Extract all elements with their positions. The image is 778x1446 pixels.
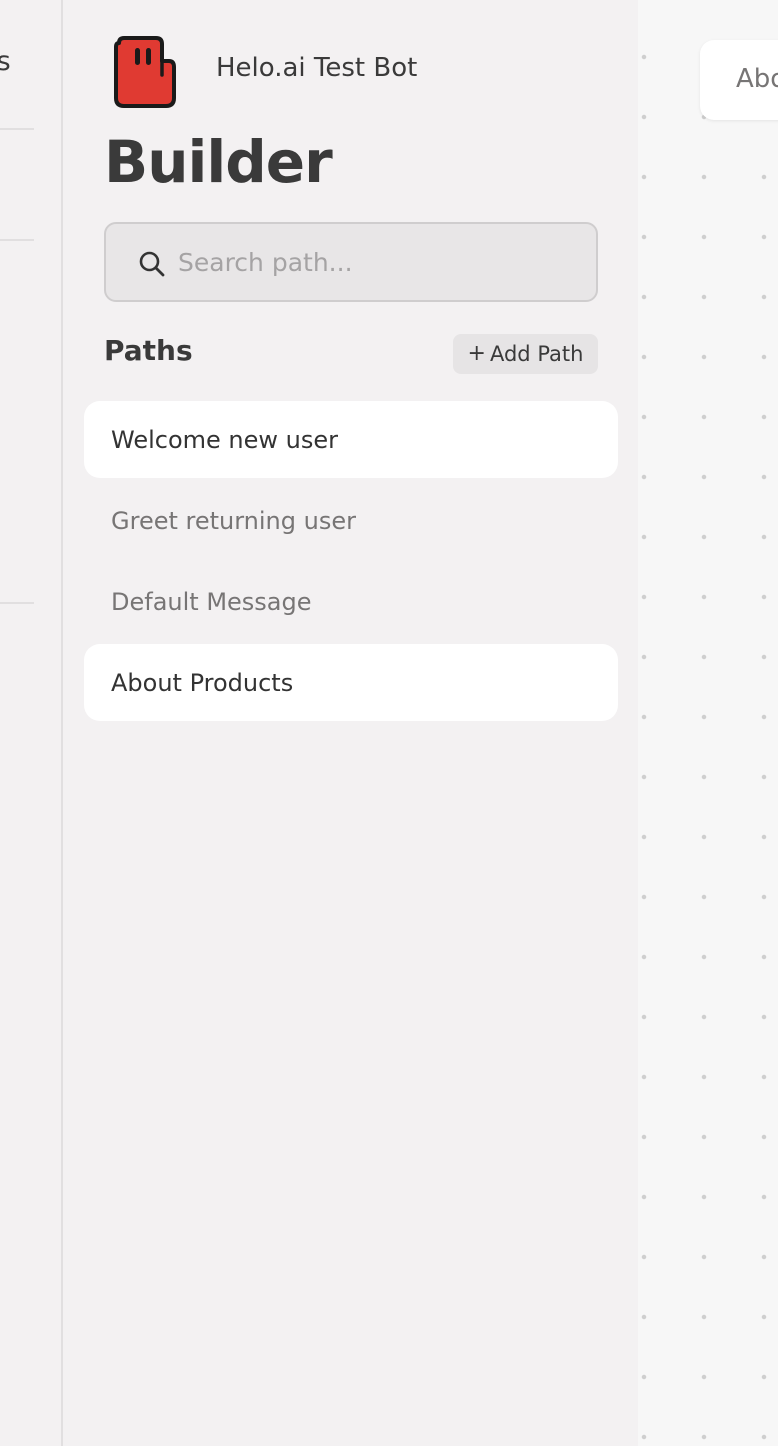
bot-name: Helo.ai Test Bot	[216, 53, 418, 83]
path-item-label: Greet returning user	[111, 506, 356, 535]
search-icon	[139, 251, 165, 277]
path-item-label: Welcome new user	[111, 425, 338, 454]
canvas-node-label: Abo	[736, 64, 778, 94]
search-box[interactable]	[104, 222, 598, 302]
left-nav-divider	[0, 239, 34, 241]
builder-sidebar: Helo.ai Test Bot Builder Paths + Add Pat…	[65, 0, 638, 1446]
left-nav-divider	[0, 602, 34, 604]
path-item-label: About Products	[111, 668, 294, 697]
left-nav-rail: ts	[0, 0, 63, 1446]
app-root: ts Helo.ai Test Bot Builder Paths + Add …	[0, 0, 778, 1446]
path-item-greet-returning-user[interactable]: Greet returning user	[84, 482, 618, 559]
path-item-default-message[interactable]: Default Message	[84, 563, 618, 640]
search-input[interactable]	[178, 224, 578, 300]
path-item-welcome-new-user[interactable]: Welcome new user	[84, 401, 618, 478]
add-path-button[interactable]: + Add Path	[453, 334, 598, 374]
left-nav-item-label[interactable]: ts	[0, 46, 11, 77]
hand-logo-icon	[114, 36, 176, 108]
path-item-about-products[interactable]: About Products	[84, 644, 618, 721]
page-title: Builder	[104, 128, 333, 196]
plus-icon: +	[467, 341, 486, 366]
path-item-label: Default Message	[111, 587, 312, 616]
path-list: Welcome new user Greet returning user De…	[84, 401, 618, 725]
canvas-node[interactable]: Abo	[700, 40, 778, 120]
flow-canvas[interactable]: Abo	[638, 0, 778, 1446]
add-path-label: Add Path	[489, 342, 584, 366]
paths-heading: Paths	[104, 334, 193, 367]
left-nav-divider	[0, 128, 34, 130]
